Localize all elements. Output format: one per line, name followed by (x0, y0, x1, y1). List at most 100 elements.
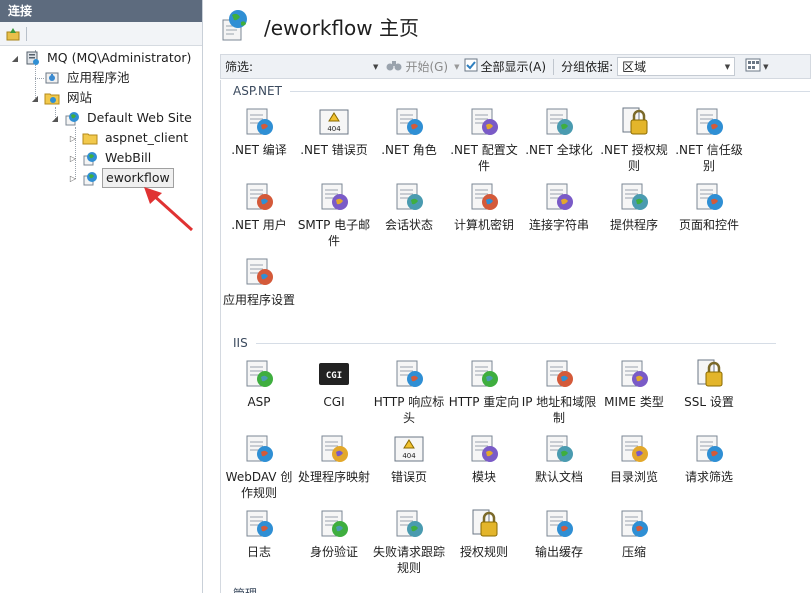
filter-bar: 筛选: ▼ 开始(G) ▼ 全部显示(A) 分组依据: 区域 ▼ ▼ (220, 54, 811, 79)
expander-icon[interactable]: ◢ (30, 93, 40, 103)
feature-item[interactable]: 页面和控件 (671, 179, 747, 233)
feature-label: HTTP 重定向 (448, 395, 520, 409)
server-icon (24, 50, 40, 66)
feature-item[interactable]: 404 .NET 错误页 (296, 104, 372, 158)
feature-item[interactable]: 身份验证 (296, 506, 372, 560)
connections-header: 连接 (0, 0, 202, 22)
feature-item[interactable]: 模块 (446, 431, 522, 485)
feature-item[interactable]: .NET 编译 (221, 104, 297, 158)
output-caching-icon (521, 506, 597, 542)
feature-item[interactable]: .NET 用户 (221, 179, 297, 233)
feature-item[interactable]: 请求筛选 (671, 431, 747, 485)
group-divider (255, 342, 776, 344)
feature-item[interactable]: 会话状态 (371, 179, 447, 233)
feature-item[interactable]: 目录浏览 (596, 431, 672, 485)
svg-text:404: 404 (327, 125, 341, 133)
pages-controls-icon (671, 179, 747, 215)
webdav-icon (221, 431, 297, 467)
expander-icon[interactable]: ▷ (68, 173, 78, 183)
feature-label: 身份验证 (309, 545, 358, 559)
feature-item[interactable]: WebDAV 创作规则 (221, 431, 297, 501)
globe-page-icon (220, 8, 252, 45)
feature-item[interactable]: 日志 (221, 506, 297, 560)
feature-item[interactable]: 提供程序 (596, 179, 672, 233)
connections-pane: 连接 ◢ MQ (MQ\Administrator) 应用程序池 ◢ 网站 ◢ Defaul… (0, 0, 203, 593)
feature-label: WebDAV 创作规则 (225, 470, 293, 500)
feature-label: .NET 信任级别 (675, 143, 743, 173)
failed-request-tracing-icon (371, 506, 447, 542)
smtp-email-icon (296, 179, 372, 215)
filter-dropdown-arrow-icon[interactable]: ▼ (373, 63, 378, 71)
feature-label: 会话状态 (384, 218, 433, 232)
feature-item[interactable]: SSL 设置 (671, 356, 747, 410)
feature-item[interactable]: 计算机密钥 (446, 179, 522, 233)
cgi-icon: CGI (296, 356, 372, 392)
handler-mappings-icon (296, 431, 372, 467)
feature-item[interactable]: .NET 配置文件 (446, 104, 522, 174)
net-compile-icon (221, 104, 297, 140)
connect-icon[interactable] (4, 25, 22, 43)
providers-icon (596, 179, 672, 215)
expander-icon[interactable]: ◢ (10, 53, 20, 63)
ip-restrictions-icon (521, 356, 597, 392)
group-header-management[interactable]: 管理 (233, 585, 785, 593)
feature-item[interactable]: ASP (221, 356, 297, 410)
authorization-rules-icon (446, 506, 522, 542)
tree-node-label: MQ (MQ\Administrator) (47, 50, 192, 65)
ssl-lock-icon (671, 356, 747, 392)
tree-node[interactable]: 应用程序池 (30, 68, 133, 88)
view-toggle-button[interactable]: ▼ (741, 55, 772, 78)
expander-icon[interactable]: ▷ (68, 133, 78, 143)
tree-node[interactable]: ▷ WebBill (68, 148, 154, 168)
feature-item[interactable]: .NET 信任级别 (671, 104, 747, 174)
filter-input[interactable] (261, 57, 372, 76)
expander-icon[interactable]: ▷ (68, 153, 78, 163)
feature-label: .NET 用户 (231, 218, 287, 232)
feature-item[interactable]: 压缩 (596, 506, 672, 560)
group-header-iis[interactable]: IIS (233, 336, 776, 350)
start-button[interactable]: 开始(G) (382, 55, 452, 78)
globe-icon (82, 150, 98, 166)
filter-separator (553, 58, 555, 75)
feature-label: .NET 角色 (381, 143, 437, 157)
feature-item[interactable]: 处理程序映射 (296, 431, 372, 485)
feature-item[interactable]: MIME 类型 (596, 356, 672, 410)
feature-item[interactable]: 连接字符串 (521, 179, 597, 233)
tree-node[interactable]: ◢ 网站 (30, 88, 95, 108)
feature-item[interactable]: CGI CGI (296, 356, 372, 410)
feature-label: .NET 编译 (231, 143, 287, 157)
feature-item[interactable]: 404 错误页 (371, 431, 447, 485)
feature-item[interactable]: SMTP 电子邮件 (296, 179, 372, 249)
feature-item[interactable]: .NET 全球化 (521, 104, 597, 158)
feature-label: 模块 (471, 470, 496, 484)
group-by-label: 分组依据: (561, 60, 614, 74)
feature-label: 日志 (246, 545, 271, 559)
group-header-label: IIS (233, 336, 248, 350)
show-all-button[interactable]: 全部显示(A) (460, 55, 551, 78)
feature-item[interactable]: 失败请求跟踪规则 (371, 506, 447, 576)
feature-item[interactable]: 默认文档 (521, 431, 597, 485)
feature-label: .NET 全球化 (525, 143, 593, 157)
feature-label: 连接字符串 (528, 218, 589, 232)
app-settings-icon (221, 254, 297, 290)
feature-item[interactable]: 应用程序设置 (221, 254, 297, 308)
feature-label: 页面和控件 (678, 218, 739, 232)
tree-node[interactable]: ◢ Default Web Site (50, 108, 195, 128)
expander-icon[interactable]: ◢ (50, 113, 60, 123)
net-profile-icon (446, 104, 522, 140)
feature-item[interactable]: .NET 角色 (371, 104, 447, 158)
group-by-select[interactable]: 区域 ▼ (617, 57, 736, 76)
feature-item[interactable]: .NET 授权规则 (596, 104, 672, 174)
feature-item[interactable]: HTTP 重定向 (446, 356, 522, 410)
start-label: 开始(G) (405, 60, 449, 74)
tree-node[interactable]: ▷ aspnet_client (68, 128, 191, 148)
feature-item[interactable]: IP 地址和域限制 (521, 356, 597, 426)
tree-node-label: aspnet_client (105, 130, 189, 145)
tree-node[interactable]: ◢ MQ (MQ\Administrator) (10, 48, 194, 68)
group-header-aspnet[interactable]: ASP.NET (233, 84, 810, 98)
folder-icon (82, 130, 98, 146)
feature-item[interactable]: 授权规则 (446, 506, 522, 560)
feature-item[interactable]: HTTP 响应标头 (371, 356, 447, 426)
svg-text:CGI: CGI (326, 371, 342, 381)
feature-item[interactable]: 输出缓存 (521, 506, 597, 560)
